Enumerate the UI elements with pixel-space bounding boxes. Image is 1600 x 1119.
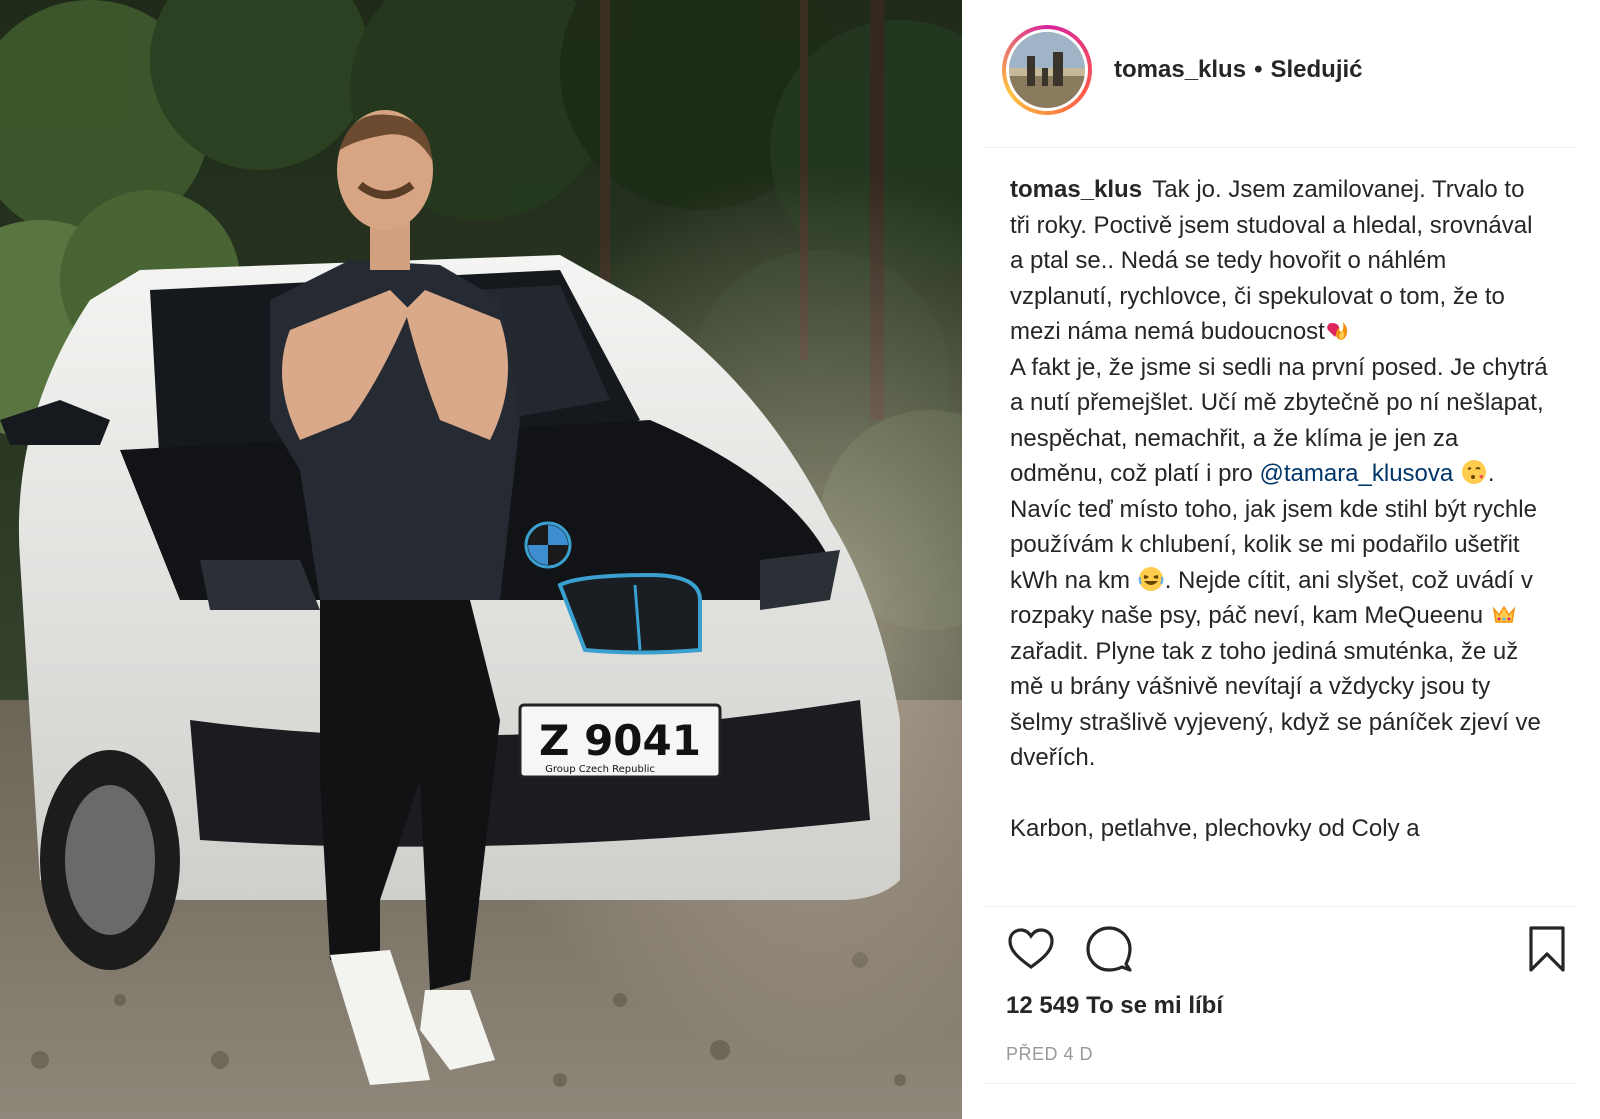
header-username[interactable]: tomas_klus — [1114, 56, 1246, 84]
avatar-image — [1009, 32, 1085, 108]
mention-link[interactable]: @tamara_klusova — [1259, 460, 1453, 487]
follow-status-button[interactable]: Sledujić — [1270, 56, 1362, 84]
comment-icon — [1086, 926, 1132, 972]
post-photo[interactable]: Z 9041 Group Czech Republic — [0, 0, 962, 1119]
crown-emoji — [1492, 605, 1515, 623]
avatar[interactable] — [1002, 25, 1092, 115]
caption-text-part-6: Karbon, petlahve, plechovky od Coly a — [1010, 815, 1420, 842]
photo-illustration: Z 9041 Group Czech Republic — [0, 0, 962, 1119]
license-plate-subtext: Group Czech Republic — [545, 764, 655, 775]
post-timestamp[interactable]: PŘED 4 D — [1006, 1044, 1093, 1065]
heart-fire-emoji — [1327, 322, 1348, 340]
caption-scroll-area[interactable]: tomas_klus Tak jo. Jsem zamilovanej. Trv… — [1010, 172, 1550, 906]
bookmark-icon — [1529, 926, 1565, 972]
caption-username[interactable]: tomas_klus — [1010, 176, 1142, 203]
laughing-emoji — [1138, 566, 1164, 591]
header-divider — [984, 147, 1578, 148]
kiss-emoji — [1461, 460, 1486, 484]
bottom-divider — [984, 1083, 1578, 1084]
comment-button[interactable] — [1084, 924, 1134, 974]
post-caption: tomas_klus Tak jo. Jsem zamilovanej. Trv… — [1010, 172, 1550, 847]
caption-divider — [984, 906, 1578, 907]
post-header: tomas_klus • Sledujić — [1002, 25, 1363, 115]
header-separator-dot: • — [1254, 56, 1263, 83]
save-button[interactable] — [1522, 924, 1572, 974]
like-button[interactable] — [1006, 924, 1056, 974]
likes-count[interactable]: 12 549 To se mi líbí — [1006, 992, 1223, 1020]
license-plate-text: Z 9041 — [539, 716, 701, 765]
heart-icon — [1008, 928, 1054, 969]
post-side-panel: tomas_klus • Sledujić tomas_klus Tak jo.… — [962, 0, 1600, 1119]
post-actions-bar — [1006, 924, 1580, 978]
